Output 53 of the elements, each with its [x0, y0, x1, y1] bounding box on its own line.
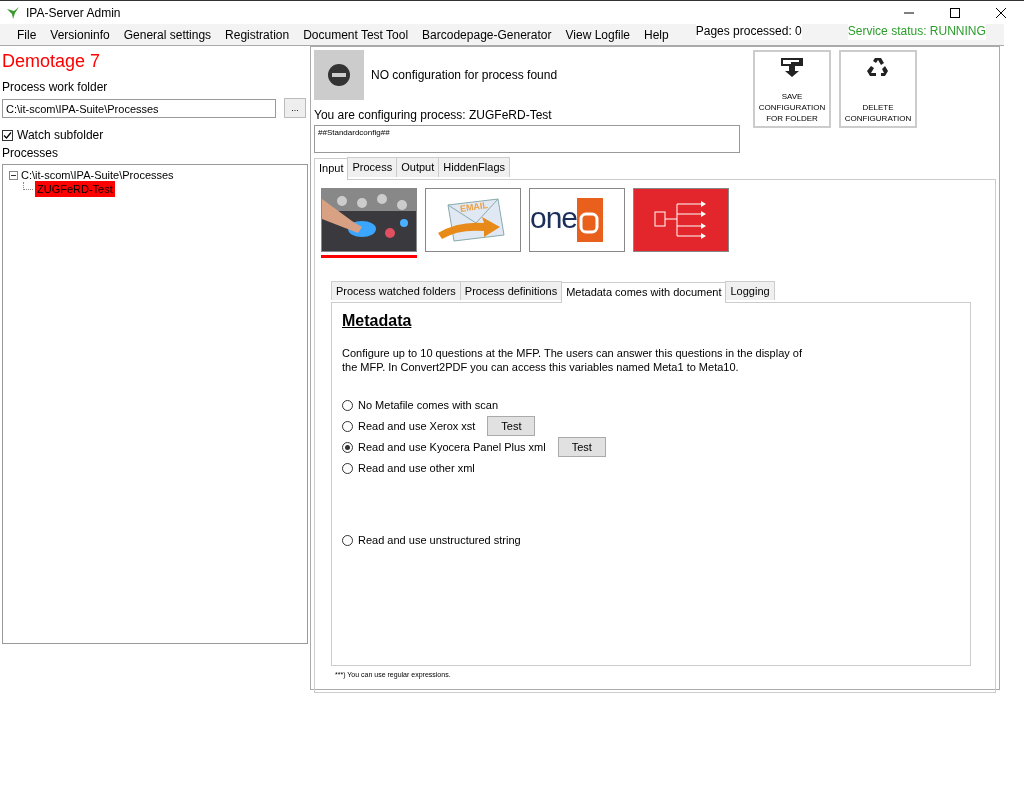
browse-button[interactable]: ... [284, 98, 306, 118]
maximize-icon[interactable] [950, 7, 960, 18]
tab[interactable]: Process definitions [459, 280, 563, 300]
test-button[interactable]: Test [557, 436, 606, 458]
option-label: Read and use other xml [358, 460, 475, 476]
config-field[interactable]: ##Standardconfig## [314, 125, 740, 153]
radio-button[interactable] [342, 420, 353, 432]
menu-item[interactable]: Versioninfo [43, 25, 117, 44]
checkbox[interactable] [2, 129, 13, 141]
configuring-label: You are configuring process: ZUGFeRD-Test [314, 107, 553, 124]
field-label: Process work folder [2, 79, 109, 96]
tab[interactable]: Process [347, 157, 398, 177]
tab[interactable]: Logging [725, 280, 775, 300]
description-text: Configure up to 10 questions at the MFP. The users can answer this questions in the display of the MFP. In Convert2PDF you can access this variables named Meta1 to Meta10. [342, 347, 804, 375]
option-label: No Metafile comes with scan [358, 397, 498, 413]
menu-item[interactable]: View Logfile [558, 25, 637, 44]
tree-item[interactable]: ZUGFeRD-Test [35, 180, 115, 198]
option-label: Read and use unstructured string [358, 532, 521, 548]
tab[interactable]: HiddenFlags [438, 157, 510, 177]
test-button[interactable]: Test [487, 415, 536, 437]
tab[interactable]: Output [396, 157, 440, 177]
service-status-label: Service status: RUNNING [847, 21, 986, 40]
window-title: IPA-Server Admin [26, 4, 121, 22]
section-label: Processes [2, 145, 60, 162]
action-button[interactable]: DELETE CONFIGURATION [839, 50, 917, 128]
download-icon [779, 56, 805, 78]
pages-processed-label: Pages processed: 0 [695, 21, 802, 40]
close-icon[interactable] [996, 7, 1006, 18]
tab[interactable]: Metadata comes with document [561, 281, 727, 303]
app-logo-icon [6, 5, 20, 20]
radio-button[interactable] [342, 462, 353, 474]
menu-item[interactable]: File [10, 25, 44, 44]
collapse-icon[interactable] [9, 170, 18, 180]
menu-item[interactable]: Document Test Tool [296, 25, 416, 44]
option-label: Read and use Kyocera Panel Plus xml [358, 439, 546, 455]
checkbox-label: Watch subfolder [17, 127, 104, 144]
radio-button[interactable] [342, 441, 353, 453]
action-button[interactable]: SAVE CONFIGURATION FOR FOLDER [753, 50, 831, 128]
menu-item[interactable]: Barcodepage-Generator [415, 25, 559, 44]
menu-item[interactable]: Registration [218, 25, 297, 44]
option-label: Read and use Xerox xst [358, 418, 476, 434]
tab[interactable]: Input [314, 158, 349, 180]
section-title: Metadata [342, 311, 413, 331]
status-message: NO configuration for process found [371, 67, 558, 84]
radio-button[interactable] [342, 399, 353, 411]
tab[interactable]: Process watched folders [331, 280, 461, 300]
menu-item[interactable]: General settings [116, 25, 219, 44]
folder-path-field[interactable]: C:\it-scom\IPA-Suite\Processes [2, 98, 276, 118]
recycle-icon [866, 56, 890, 78]
menu-item[interactable]: Help [637, 25, 676, 44]
panel-heading: Demotage 7 [2, 50, 102, 72]
no-entry-icon [314, 50, 364, 100]
radio-button[interactable] [342, 534, 353, 546]
